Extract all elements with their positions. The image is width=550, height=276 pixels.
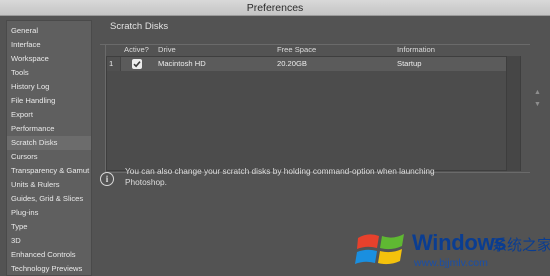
checkmark-icon	[133, 61, 141, 68]
move-down-icon[interactable]: ▼	[534, 101, 541, 109]
sidebar-item-workspace[interactable]: Workspace	[7, 52, 91, 66]
watermark: Windows 系统之家 www.bjjmlv.com	[354, 228, 550, 270]
sidebar-item-enhanced-controls[interactable]: Enhanced Controls	[7, 248, 91, 262]
sidebar-item-file-handling[interactable]: File Handling	[7, 94, 91, 108]
information-value: Startup	[397, 59, 422, 68]
sidebar-item-export[interactable]: Export	[7, 108, 91, 122]
free-space-value: 20.20GB	[277, 59, 307, 68]
section-title: Scratch Disks	[110, 21, 169, 32]
sidebar-item-technology-previews[interactable]: Technology Previews	[7, 262, 91, 276]
sidebar-item-3d[interactable]: 3D	[7, 234, 91, 248]
sidebar-item-tools[interactable]: Tools	[7, 66, 91, 80]
move-up-icon[interactable]: ▲	[534, 89, 541, 97]
sidebar-item-type[interactable]: Type	[7, 220, 91, 234]
window-title: Preferences	[246, 2, 304, 14]
scratch-disk-hint: You can also change your scratch disks b…	[125, 166, 435, 187]
sidebar-item-history-log[interactable]: History Log	[7, 80, 91, 94]
preferences-sidebar: General Interface Workspace Tools Histor…	[6, 20, 92, 276]
column-header-drive[interactable]: Drive	[158, 45, 176, 54]
scratch-disk-table: 1 Macintosh HD 20.20GB Startup	[106, 56, 521, 171]
window-title-bar: Preferences	[0, 0, 550, 16]
sidebar-item-general[interactable]: General	[7, 24, 91, 38]
sidebar-item-interface[interactable]: Interface	[7, 38, 91, 52]
sidebar-item-guides-grid-slices[interactable]: Guides, Grid & Slices	[7, 192, 91, 206]
sidebar-item-plug-ins[interactable]: Plug-ins	[7, 206, 91, 220]
sidebar-item-performance[interactable]: Performance	[7, 122, 91, 136]
sidebar-item-transparency-gamut[interactable]: Transparency & Gamut	[7, 164, 91, 178]
sidebar-item-cursors[interactable]: Cursors	[7, 150, 91, 164]
sidebar-item-scratch-disks[interactable]: Scratch Disks	[7, 136, 91, 150]
drive-name: Macintosh HD	[158, 59, 206, 68]
sidebar-item-units-rulers[interactable]: Units & Rulers	[7, 178, 91, 192]
windows-logo-icon	[355, 234, 404, 265]
active-checkbox[interactable]	[132, 59, 142, 69]
column-header-active[interactable]: Active?	[124, 45, 149, 54]
watermark-url: www.bjjmlv.com	[414, 257, 488, 269]
table-scrollbar[interactable]	[506, 56, 520, 171]
column-header-information[interactable]: Information	[397, 45, 435, 54]
info-icon: i	[100, 172, 114, 186]
column-header-free-space[interactable]: Free Space	[277, 45, 316, 54]
table-row[interactable]: 1 Macintosh HD 20.20GB Startup	[107, 57, 520, 71]
watermark-subtitle: 系统之家	[492, 237, 550, 254]
row-index: 1	[107, 57, 121, 71]
